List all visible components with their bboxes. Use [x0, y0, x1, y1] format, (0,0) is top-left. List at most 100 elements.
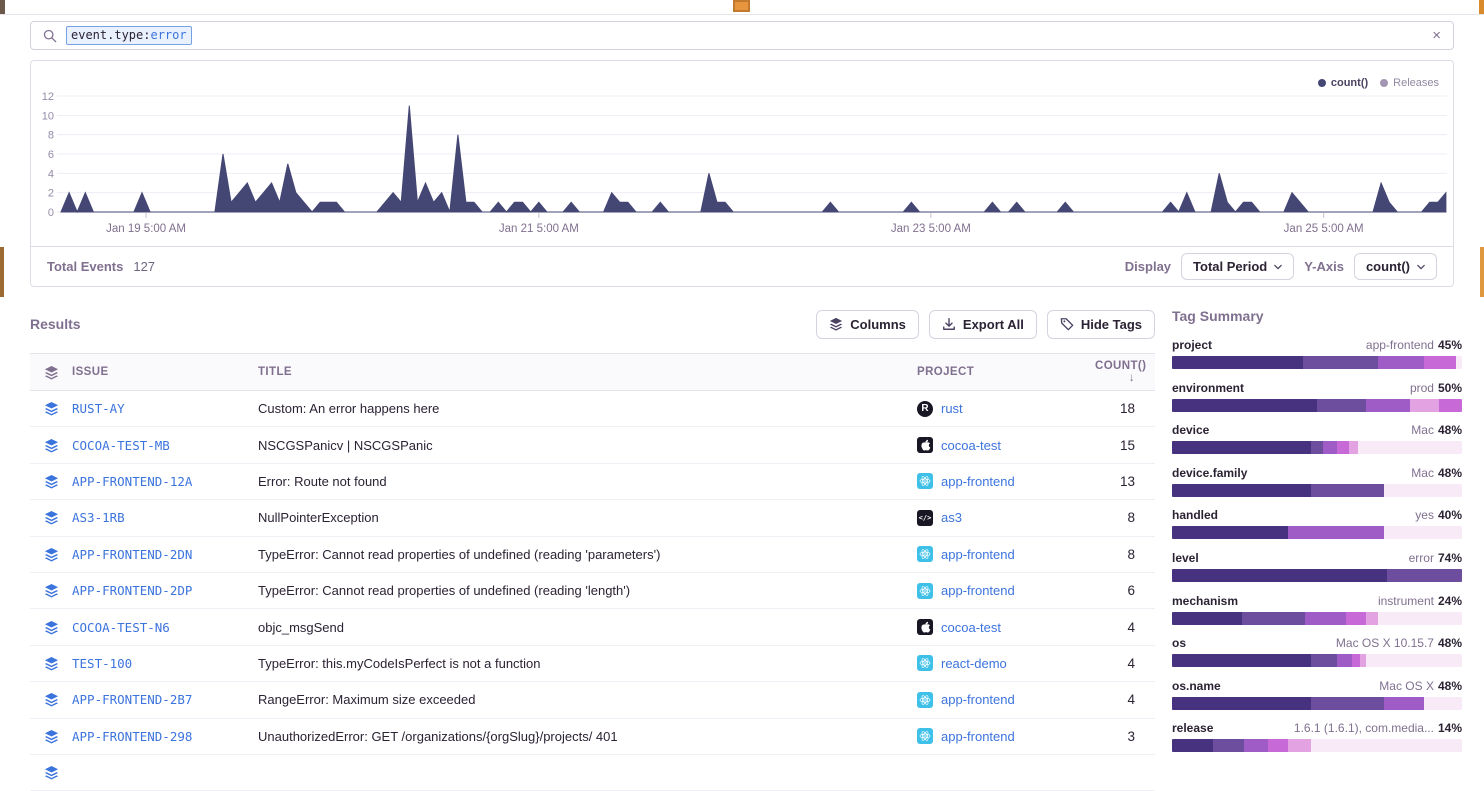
issue-link[interactable]: RUST-AY: [72, 401, 125, 416]
tag-bar-segment[interactable]: [1424, 697, 1462, 710]
tag-distribution-bar[interactable]: [1172, 569, 1462, 582]
table-row[interactable]: AS3-1RBNullPointerException</>as38: [30, 500, 1155, 536]
issue-link[interactable]: TEST-100: [72, 656, 132, 671]
issue-link[interactable]: AS3-1RB: [72, 510, 125, 525]
table-row[interactable]: APP-FRONTEND-2B7RangeError: Maximum size…: [30, 682, 1155, 718]
tag-bar-segment[interactable]: [1172, 356, 1303, 369]
display-dropdown[interactable]: Total Period: [1181, 253, 1294, 280]
tag-bar-segment[interactable]: [1366, 612, 1378, 625]
tag-distribution-bar[interactable]: [1172, 697, 1462, 710]
tag-bar-segment[interactable]: [1288, 739, 1311, 752]
issue-link[interactable]: COCOA-TEST-N6: [72, 620, 170, 635]
tag-bar-segment[interactable]: [1366, 654, 1462, 667]
tag-bar-segment[interactable]: [1337, 654, 1352, 667]
events-area-chart[interactable]: 024681012Jan 19 5:00 AMJan 21 5:00 AMJan…: [31, 61, 1453, 246]
project-link[interactable]: cocoa-test: [941, 620, 1001, 635]
tag-distribution-bar[interactable]: [1172, 484, 1462, 497]
issue-link[interactable]: APP-FRONTEND-2DN: [72, 547, 192, 562]
issue-link[interactable]: APP-FRONTEND-298: [72, 729, 192, 744]
table-row[interactable]: COCOA-TEST-N6objc_msgSendcocoa-test4: [30, 609, 1155, 645]
tag-bar-segment[interactable]: [1311, 484, 1384, 497]
tag-distribution-bar[interactable]: [1172, 654, 1462, 667]
layers-icon[interactable]: [44, 365, 59, 380]
tag-distribution-bar[interactable]: [1172, 526, 1462, 539]
tag-bar-segment[interactable]: [1172, 484, 1311, 497]
tag-bar-segment[interactable]: [1311, 739, 1462, 752]
tag-bar-segment[interactable]: [1311, 441, 1323, 454]
tag-bar-segment[interactable]: [1424, 356, 1456, 369]
tag-bar-segment[interactable]: [1352, 654, 1361, 667]
tag-bar-segment[interactable]: [1172, 697, 1311, 710]
export-all-button[interactable]: Export All: [929, 310, 1037, 339]
table-row[interactable]: APP-FRONTEND-2DPTypeError: Cannot read p…: [30, 573, 1155, 609]
tag-bar-segment[interactable]: [1439, 399, 1462, 412]
tag-bar-segment[interactable]: [1378, 356, 1424, 369]
columns-button[interactable]: Columns: [816, 310, 919, 339]
issue-link[interactable]: APP-FRONTEND-12A: [72, 474, 192, 489]
tag-distribution-bar[interactable]: [1172, 441, 1462, 454]
issue-link[interactable]: APP-FRONTEND-2B7: [72, 692, 192, 707]
column-header-count[interactable]: COUNT() ↓: [1095, 360, 1155, 384]
tag-bar-segment[interactable]: [1349, 441, 1358, 454]
clear-search-icon[interactable]: ×: [1432, 28, 1441, 43]
tag-bar-segment[interactable]: [1378, 612, 1462, 625]
tag-bar-segment[interactable]: [1384, 697, 1425, 710]
tag-bar-segment[interactable]: [1384, 484, 1462, 497]
tag-bar-segment[interactable]: [1317, 399, 1366, 412]
tag-bar-segment[interactable]: [1172, 569, 1387, 582]
table-row[interactable]: [30, 755, 1155, 791]
table-row[interactable]: APP-FRONTEND-12AError: Route not foundap…: [30, 464, 1155, 500]
tag-bar-segment[interactable]: [1213, 739, 1245, 752]
table-row[interactable]: TEST-100TypeError: this.myCodeIsPerfect …: [30, 646, 1155, 682]
tag-bar-segment[interactable]: [1172, 612, 1242, 625]
tag-distribution-bar[interactable]: [1172, 399, 1462, 412]
column-header-title[interactable]: TITLE: [258, 366, 917, 378]
project-link[interactable]: app-frontend: [941, 729, 1015, 744]
tag-distribution-bar[interactable]: [1172, 612, 1462, 625]
search-bar[interactable]: event.type:error ×: [30, 21, 1454, 50]
tag-bar-segment[interactable]: [1311, 697, 1384, 710]
search-query-token[interactable]: event.type:error: [66, 26, 192, 45]
tag-bar-segment[interactable]: [1337, 441, 1349, 454]
issue-link[interactable]: APP-FRONTEND-2DP: [72, 583, 192, 598]
tag-bar-segment[interactable]: [1387, 569, 1462, 582]
column-header-issue[interactable]: ISSUE: [72, 366, 258, 378]
tag-bar-segment[interactable]: [1456, 356, 1462, 369]
tag-bar-segment[interactable]: [1346, 612, 1366, 625]
project-link[interactable]: as3: [941, 510, 962, 525]
project-link[interactable]: app-frontend: [941, 474, 1015, 489]
tag-bar-segment[interactable]: [1172, 526, 1288, 539]
project-link[interactable]: rust: [941, 401, 963, 416]
tag-bar-segment[interactable]: [1242, 612, 1306, 625]
project-link[interactable]: react-demo: [941, 656, 1007, 671]
tag-bar-segment[interactable]: [1172, 441, 1311, 454]
tag-distribution-bar[interactable]: [1172, 356, 1462, 369]
project-link[interactable]: app-frontend: [941, 583, 1015, 598]
tag-bar-segment[interactable]: [1366, 399, 1410, 412]
tag-bar-segment[interactable]: [1305, 612, 1346, 625]
tag-distribution-bar[interactable]: [1172, 739, 1462, 752]
tag-bar-segment[interactable]: [1311, 654, 1337, 667]
legend-releases[interactable]: Releases: [1380, 77, 1439, 89]
tag-bar-segment[interactable]: [1288, 526, 1384, 539]
tag-bar-segment[interactable]: [1172, 399, 1317, 412]
table-row[interactable]: COCOA-TEST-MBNSCGSPanicv | NSCGSPaniccoc…: [30, 427, 1155, 463]
tag-bar-segment[interactable]: [1268, 739, 1288, 752]
table-row[interactable]: APP-FRONTEND-2DNTypeError: Cannot read p…: [30, 537, 1155, 573]
column-header-project[interactable]: PROJECT: [917, 366, 1095, 378]
tag-bar-segment[interactable]: [1244, 739, 1267, 752]
tag-bar-segment[interactable]: [1384, 526, 1462, 539]
table-row[interactable]: APP-FRONTEND-298UnauthorizedError: GET /…: [30, 719, 1155, 755]
tag-bar-segment[interactable]: [1323, 441, 1338, 454]
tag-bar-segment[interactable]: [1303, 356, 1378, 369]
project-link[interactable]: app-frontend: [941, 692, 1015, 707]
project-link[interactable]: app-frontend: [941, 547, 1015, 562]
table-row[interactable]: RUST-AYCustom: An error happens hereRrus…: [30, 391, 1155, 427]
project-link[interactable]: cocoa-test: [941, 438, 1001, 453]
tag-bar-segment[interactable]: [1172, 654, 1311, 667]
yaxis-dropdown[interactable]: count(): [1354, 253, 1437, 280]
tag-bar-segment[interactable]: [1410, 399, 1439, 412]
tag-bar-segment[interactable]: [1172, 739, 1213, 752]
hide-tags-button[interactable]: Hide Tags: [1047, 310, 1155, 339]
legend-count[interactable]: count(): [1318, 77, 1368, 89]
